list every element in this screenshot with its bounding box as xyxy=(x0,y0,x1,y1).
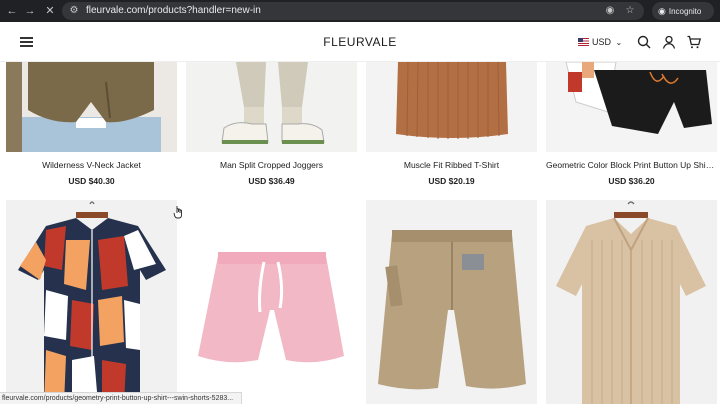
product-image-block-shirt[interactable] xyxy=(546,62,717,152)
product-card[interactable]: Geometric Color Block Print Button Up Sh… xyxy=(546,62,717,192)
product-image-joggers[interactable] xyxy=(186,62,357,152)
address-bar[interactable]: ⚙ fleurvale.com/products?handler=new-in … xyxy=(62,2,644,20)
site-header: FLEURVALE USD ⌄ xyxy=(0,22,720,62)
currency-label: USD xyxy=(592,37,612,47)
incognito-badge[interactable]: ◉ Incognito xyxy=(652,2,714,20)
product-image-pink-shorts[interactable] xyxy=(186,200,357,404)
product-card[interactable]: Man Split Cropped Joggers USD $36.49 xyxy=(186,62,357,192)
browser-toolbar: ← → ✕ ⚙ fleurvale.com/products?handler=n… xyxy=(0,0,720,22)
product-card[interactable] xyxy=(546,200,717,404)
product-card[interactable]: Muscle Fit Ribbed T-Shirt USD $20.19 xyxy=(366,62,537,192)
forward-icon[interactable]: → xyxy=(22,3,38,19)
product-name[interactable]: Wilderness V-Neck Jacket xyxy=(6,160,177,170)
product-image-geometry-shirt[interactable] xyxy=(6,200,177,404)
product-price: USD $20.19 xyxy=(428,176,475,186)
product-price: USD $36.20 xyxy=(608,176,655,186)
stop-loading-icon[interactable]: ✕ xyxy=(42,3,58,19)
product-card[interactable] xyxy=(366,200,537,404)
product-image-textured-shirt[interactable] xyxy=(546,200,717,404)
bookmark-star-icon[interactable]: ☆ xyxy=(622,3,638,19)
product-name[interactable]: Geometric Color Block Print Button Up Sh… xyxy=(546,160,717,170)
mouse-cursor-icon xyxy=(173,206,182,219)
product-grid: Wilderness V-Neck Jacket USD $40.30 Man … xyxy=(0,62,720,404)
product-name[interactable]: Man Split Cropped Joggers xyxy=(186,160,357,170)
chevron-down-icon: ⌄ xyxy=(615,38,623,47)
currency-selector[interactable]: USD ⌄ xyxy=(578,35,622,49)
product-name[interactable]: Muscle Fit Ribbed T-Shirt xyxy=(366,160,537,170)
product-image-tshirt[interactable] xyxy=(366,62,537,152)
menu-icon[interactable] xyxy=(20,36,34,48)
product-image-khaki-shorts[interactable] xyxy=(366,200,537,404)
link-status-bar: fleurvale.com/products/geometry-print-bu… xyxy=(0,392,242,404)
product-image-jacket[interactable] xyxy=(6,62,177,152)
product-card[interactable] xyxy=(186,200,357,404)
cart-icon[interactable] xyxy=(686,34,702,50)
product-card[interactable] xyxy=(6,200,177,404)
product-price: USD $40.30 xyxy=(68,176,115,186)
site-logo[interactable]: FLEURVALE xyxy=(300,22,420,62)
incognito-label: Incognito xyxy=(668,7,702,16)
product-card[interactable]: Wilderness V-Neck Jacket USD $40.30 xyxy=(6,62,177,192)
url-text[interactable]: fleurvale.com/products?handler=new-in xyxy=(86,2,261,20)
account-icon[interactable] xyxy=(661,34,677,50)
incognito-icon: ◉ xyxy=(658,6,666,16)
search-icon[interactable] xyxy=(636,34,652,50)
us-flag-icon xyxy=(578,38,589,46)
site-settings-icon[interactable]: ⚙ xyxy=(66,3,82,19)
eye-slash-icon[interactable]: ◉ xyxy=(602,3,618,19)
back-icon[interactable]: ← xyxy=(4,3,20,19)
product-price: USD $36.49 xyxy=(248,176,295,186)
